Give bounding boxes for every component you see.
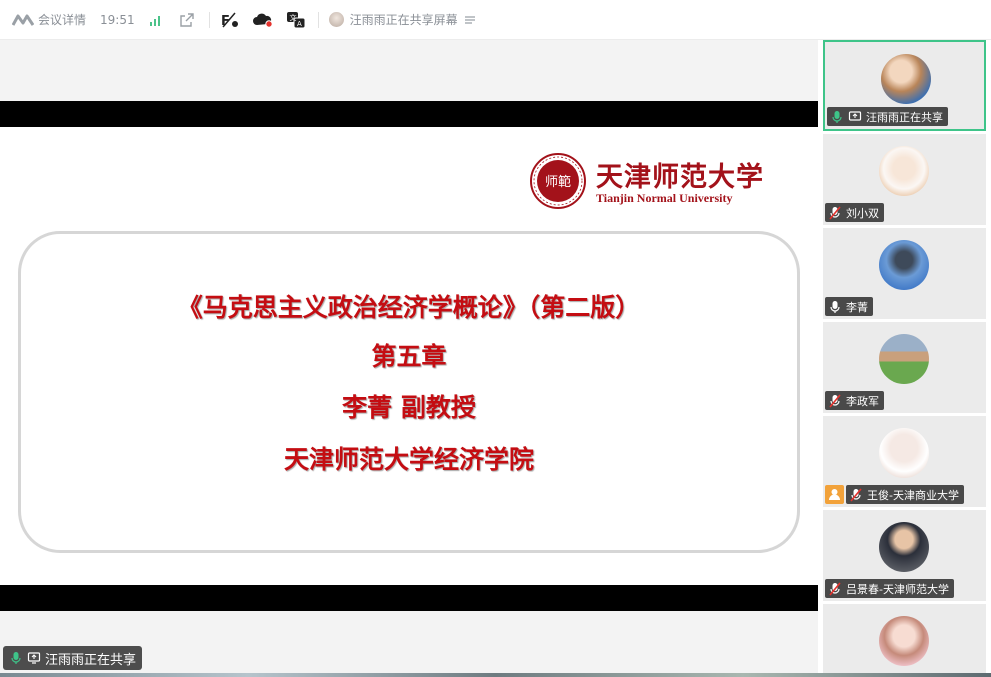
participant-name-tag: 汪雨雨正在共享 <box>827 107 948 126</box>
avatar <box>879 616 929 666</box>
screen-share-icon <box>848 110 862 121</box>
translation-icon[interactable]: 文A <box>286 11 306 29</box>
avatar <box>879 428 929 478</box>
avatar <box>879 334 929 384</box>
mic-muted-icon <box>829 393 841 408</box>
top-toolbar: 会议详情 19:51 F 文A 汪雨雨正在共享屏幕 <box>0 0 991 40</box>
popout-icon[interactable] <box>179 12 195 28</box>
participant-name: 李政军 <box>846 394 879 408</box>
letterbox-top <box>0 101 818 127</box>
participant-name: 吕景春-天津师范大学 <box>846 582 949 596</box>
meeting-details-button[interactable]: 会议详情 <box>12 11 86 28</box>
university-name-en: Tianjin Normal University <box>596 191 733 205</box>
course-title: 《马克思主义政治经济学概论》（第二版） <box>177 293 641 322</box>
signal-strength-icon[interactable] <box>149 13 163 27</box>
sharer-name-tag: 汪雨雨正在共享 <box>3 646 143 670</box>
university-logo: 师範 天津师范大学 Tianjin Normal University <box>530 151 780 211</box>
svg-text:A: A <box>297 20 302 28</box>
participant-tile[interactable]: 李菁 <box>823 228 986 319</box>
university-seal-icon: 师範 <box>530 153 586 209</box>
presentation-slide: 师範 天津师范大学 Tianjin Normal University 《马克思… <box>0 127 818 585</box>
participant-name: 汪雨雨正在共享 <box>866 110 943 124</box>
participant-tile[interactable]: 王俊-天津商业大学 <box>823 416 986 507</box>
chapter-title: 第五章 <box>371 342 447 371</box>
meeting-details-label: 会议详情 <box>38 13 87 27</box>
menu-lines-icon[interactable] <box>464 14 476 26</box>
avatar <box>879 240 929 290</box>
mic-muted-icon <box>829 581 841 596</box>
mic-on-icon <box>832 110 842 123</box>
tencent-meeting-logo-icon <box>12 14 34 26</box>
letterbox-bottom <box>0 585 818 611</box>
avatar <box>879 522 929 572</box>
school-name: 天津师范大学经济学院 <box>283 445 534 474</box>
participant-name: 王俊-天津商业大学 <box>867 488 959 502</box>
mic-muted-icon <box>829 205 841 220</box>
participant-name-tag: 刘小双 <box>825 203 884 222</box>
sharing-status[interactable]: 汪雨雨正在共享屏幕 <box>328 11 476 28</box>
host-badge-icon <box>825 485 844 504</box>
sharing-status-text: 汪雨雨正在共享屏幕 <box>349 13 458 27</box>
participant-name-tag: 王俊-天津商业大学 <box>846 485 964 504</box>
screen-share-icon <box>27 652 41 664</box>
university-name-cn: 天津师范大学 <box>596 162 764 193</box>
participant-tile[interactable]: 李政军 <box>823 322 986 413</box>
meeting-time: 19:51 <box>100 12 135 27</box>
cloud-recording-icon[interactable] <box>252 11 274 29</box>
participant-video-list[interactable]: 汪雨雨正在共享 刘小双 李菁 李政军 王俊-天津商业大学 吕景春-天津师范大学 <box>820 40 991 677</box>
participant-tile[interactable] <box>823 604 986 677</box>
participant-tile[interactable]: 汪雨雨正在共享 <box>823 40 986 131</box>
participant-name: 李菁 <box>846 300 868 314</box>
bottom-edge-strip <box>0 673 991 677</box>
participant-name: 刘小双 <box>846 206 879 220</box>
participant-tile[interactable]: 吕景春-天津师范大学 <box>823 510 986 601</box>
participant-name-tag: 李政军 <box>825 391 884 410</box>
avatar <box>881 54 931 104</box>
participant-name-tag: 吕景春-天津师范大学 <box>825 579 954 598</box>
mic-muted-icon <box>850 487 862 502</box>
participant-tile[interactable]: 刘小双 <box>823 134 986 225</box>
sharer-avatar <box>328 12 344 27</box>
svg-text:文: 文 <box>289 13 296 22</box>
captions-icon[interactable]: F <box>220 11 240 29</box>
mic-icon <box>830 300 840 313</box>
sharer-name-text: 汪雨雨正在共享 <box>45 652 137 668</box>
svg-text:师範: 师範 <box>545 175 571 190</box>
mic-on-icon <box>11 652 21 664</box>
participant-name-tag: 李菁 <box>825 297 873 316</box>
lecturer-name: 李菁 副教授 <box>342 393 476 422</box>
title-box: 《马克思主义政治经济学概论》（第二版） 第五章 李菁 副教授 天津师范大学经济学… <box>18 231 800 553</box>
shared-screen-area: 师範 天津师范大学 Tianjin Normal University 《马克思… <box>0 40 818 677</box>
avatar <box>879 146 929 196</box>
